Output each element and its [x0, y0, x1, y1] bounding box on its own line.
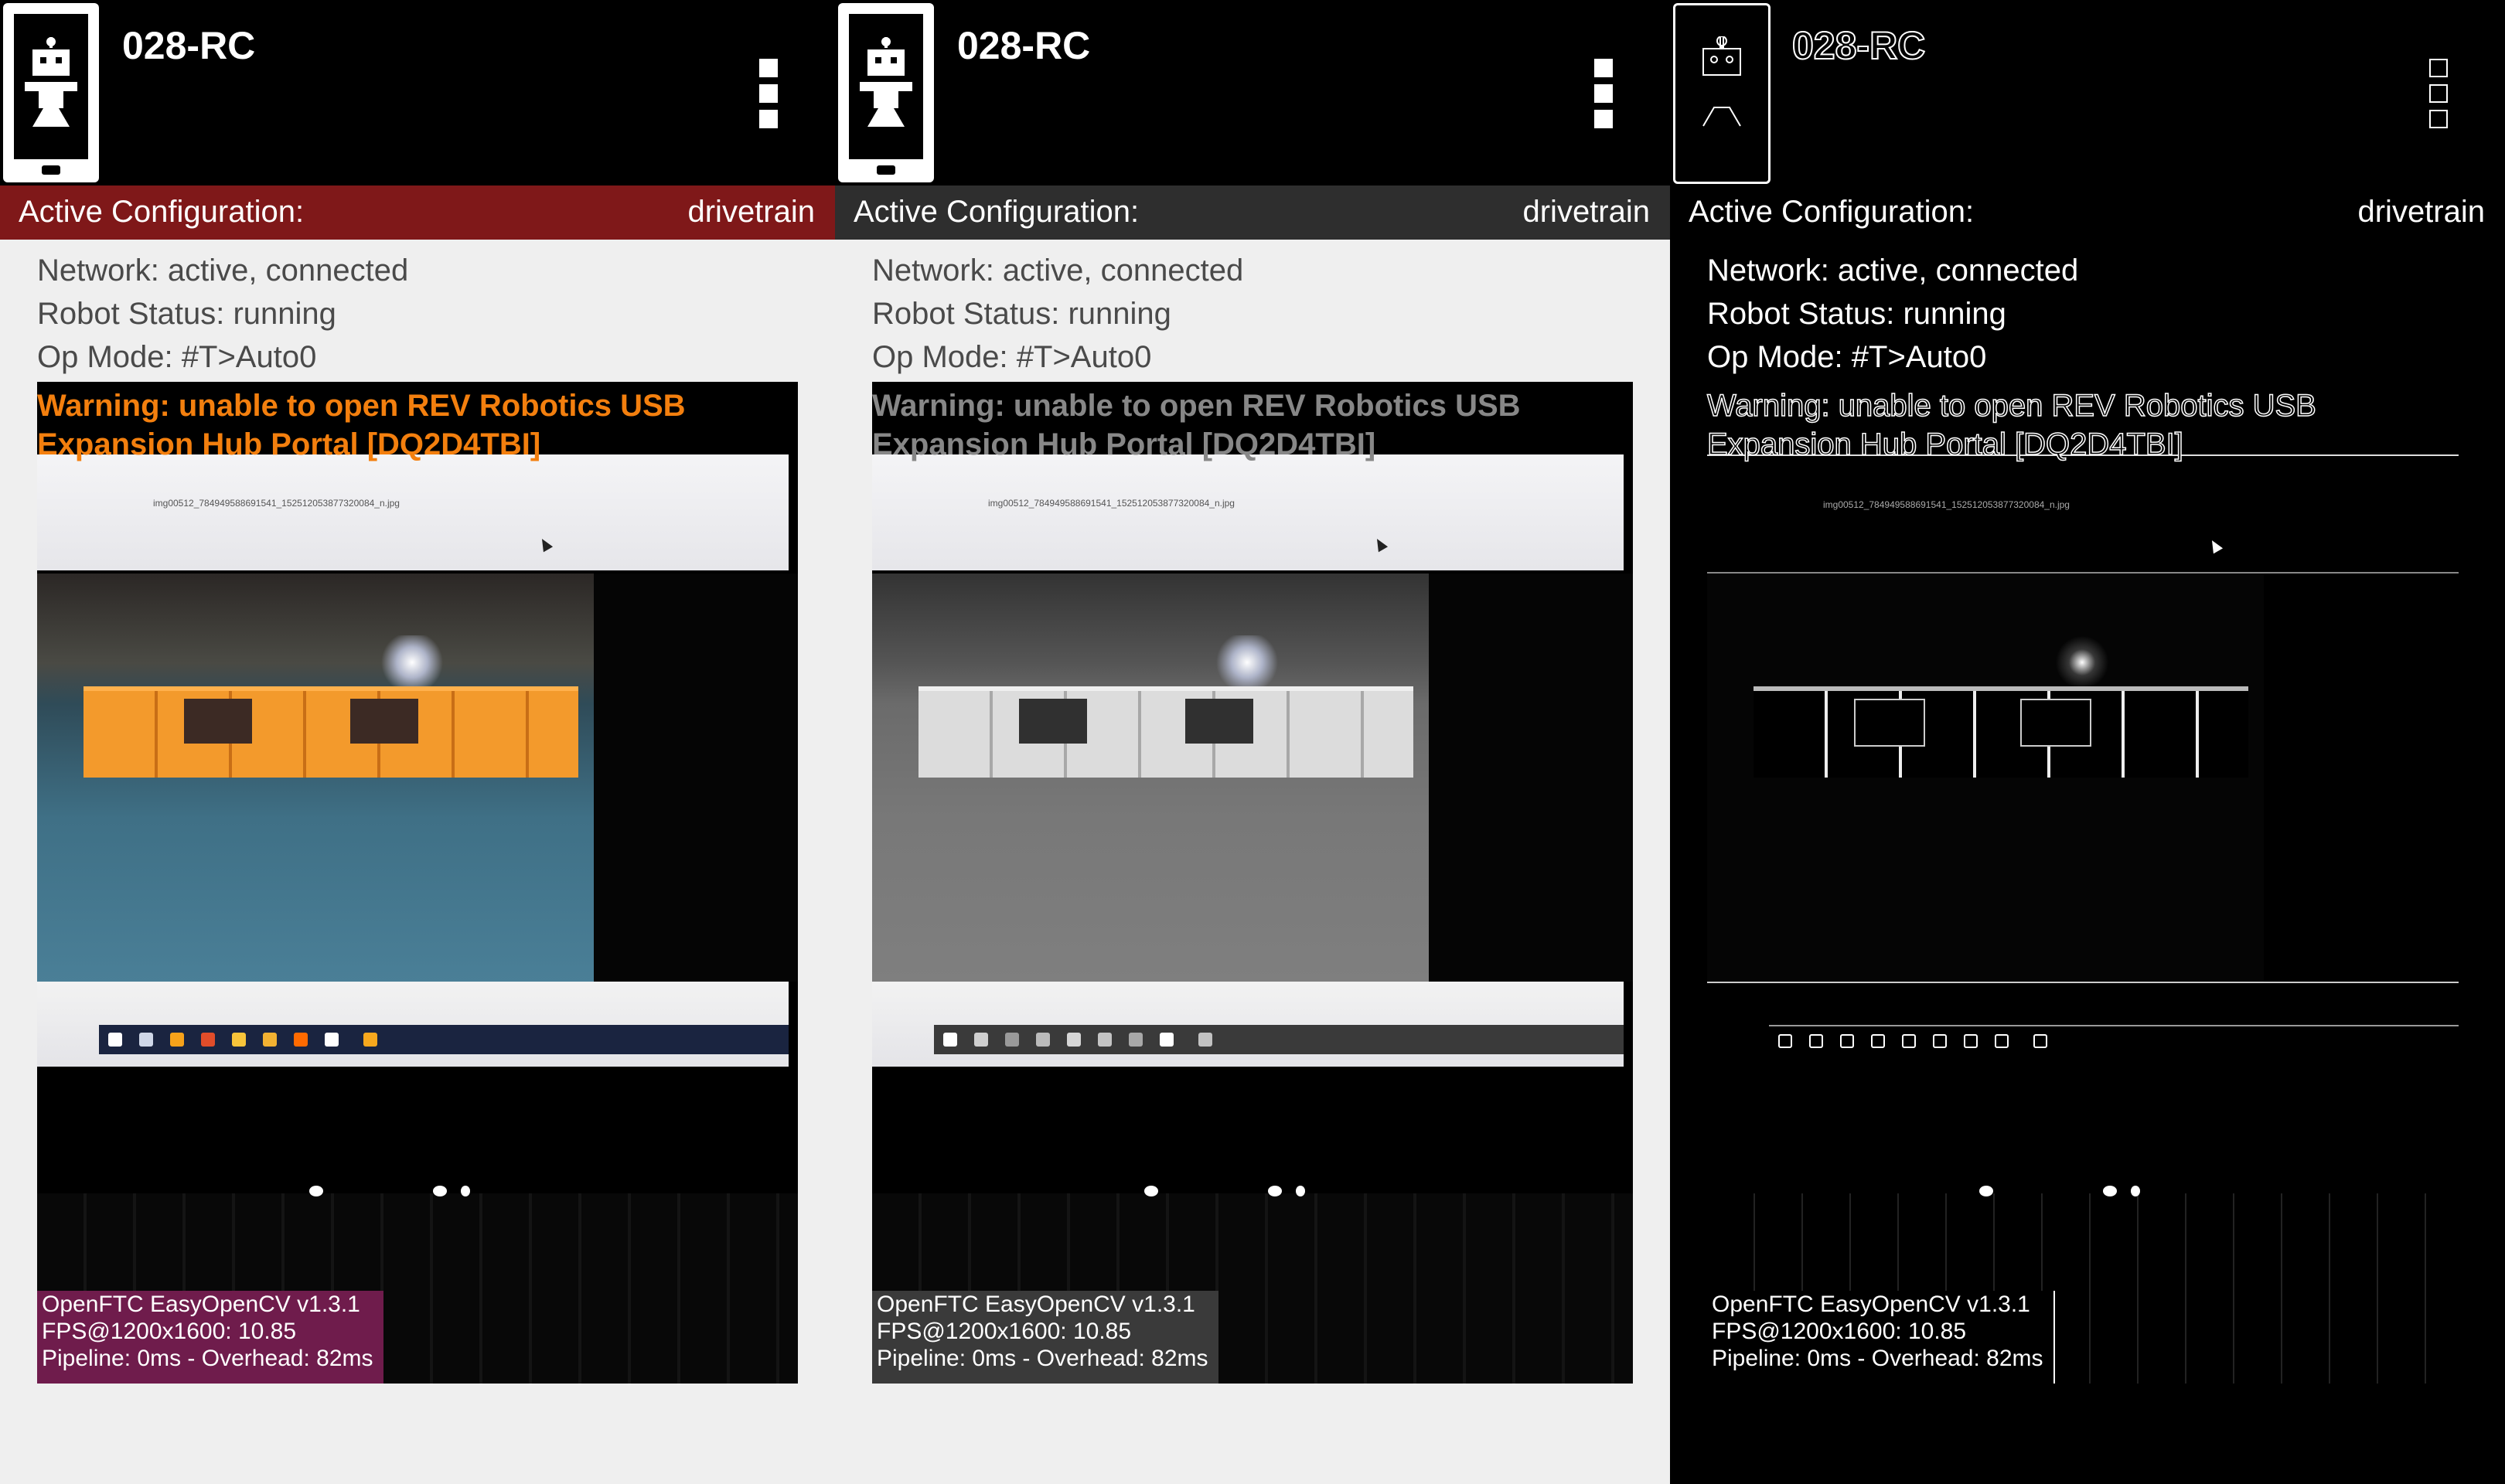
- overlay-pipeline: Pipeline: 0ms - Overhead: 82ms: [1712, 1346, 2043, 1371]
- op-mode: Op Mode: #T>Auto0: [37, 340, 317, 374]
- lego-bricks: [84, 686, 578, 778]
- opencv-stats-overlay: OpenFTC EasyOpenCV v1.3.1 FPS@1200x1600:…: [1707, 1291, 2055, 1384]
- config-label: Active Configuration:: [19, 195, 305, 229]
- app-bar: 028-RC: [835, 0, 1670, 186]
- app-bar: 028-RC: [0, 0, 835, 186]
- config-label: Active Configuration:: [854, 195, 1140, 229]
- camera-preview: img00512_784949588691541_152512053877320…: [37, 382, 798, 1384]
- overlay-version: OpenFTC EasyOpenCV v1.3.1: [42, 1292, 360, 1317]
- camera-preview: img00512_784949588691541_152512053877320…: [1707, 382, 2468, 1384]
- robot-phone-icon: [3, 3, 99, 182]
- mouse-cursor-icon: [1372, 536, 1389, 553]
- op-mode: Op Mode: #T>Auto0: [1707, 340, 1987, 374]
- monitor-taskbar: [1769, 1025, 2459, 1056]
- overlay-version: OpenFTC EasyOpenCV v1.3.1: [877, 1292, 1195, 1317]
- app-title: 028-RC: [122, 24, 256, 67]
- op-mode: Op Mode: #T>Auto0: [872, 340, 1152, 374]
- lego-bricks: [1754, 686, 2248, 778]
- robot-status: Robot Status: running: [37, 297, 336, 331]
- robot-status: Robot Status: running: [1707, 297, 2006, 331]
- warning-message: Warning: unable to open REV Robotics USB…: [1706, 388, 2316, 462]
- robot-phone-icon: [838, 3, 934, 182]
- active-configuration-bar: Active Configuration: drivetrain: [835, 186, 1670, 240]
- rc-panel-edges: 028-RC Active Configuration: drivetrain …: [1670, 0, 2505, 1484]
- overflow-menu-icon[interactable]: [759, 59, 778, 128]
- lego-bricks: [918, 686, 1413, 778]
- opencv-stats-overlay: OpenFTC EasyOpenCV v1.3.1 FPS@1200x1600:…: [37, 1291, 383, 1384]
- camera-scene: [37, 574, 594, 982]
- network-status: Network: active, connected: [1707, 254, 2079, 288]
- rc-panel-color: 028-RC Active Configuration: drivetrain …: [0, 0, 835, 1484]
- opencv-stats-overlay: OpenFTC EasyOpenCV v1.3.1 FPS@1200x1600:…: [872, 1291, 1218, 1384]
- filename-text: img00512_784949588691541_152512053877320…: [988, 498, 1235, 509]
- overlay-fps: FPS@1200x1600: 10.85: [1712, 1319, 1967, 1344]
- config-value: drivetrain: [2357, 195, 2485, 229]
- monitor-taskbar: [934, 1025, 1624, 1054]
- mouse-cursor-icon: [537, 536, 554, 553]
- app-title: 028-RC: [1791, 23, 1926, 68]
- overflow-menu-icon[interactable]: [1594, 59, 1613, 128]
- camera-scene: [1707, 574, 2267, 982]
- config-value: drivetrain: [687, 195, 815, 229]
- rc-panel-grayscale: 028-RC Active Configuration: drivetrain …: [835, 0, 1670, 1484]
- app-title: 028-RC: [957, 24, 1091, 67]
- monitor-taskbar: [99, 1025, 789, 1054]
- overlay-pipeline: Pipeline: 0ms - Overhead: 82ms: [42, 1346, 373, 1371]
- overlay-fps: FPS@1200x1600: 10.85: [877, 1319, 1132, 1344]
- network-status: Network: active, connected: [872, 254, 1244, 288]
- active-configuration-bar: Active Configuration: drivetrain: [0, 186, 835, 240]
- camera-scene: [872, 574, 1429, 982]
- overlay-fps: FPS@1200x1600: 10.85: [42, 1319, 297, 1344]
- robot-status: Robot Status: running: [872, 297, 1171, 331]
- app-bar: 028-RC: [1670, 0, 2505, 186]
- filename-text: img00512_784949588691541_152512053877320…: [153, 498, 400, 509]
- config-value: drivetrain: [1522, 195, 1650, 229]
- network-status: Network: active, connected: [37, 254, 409, 288]
- overlay-pipeline: Pipeline: 0ms - Overhead: 82ms: [877, 1346, 1208, 1371]
- camera-preview: img00512_784949588691541_152512053877320…: [872, 382, 1633, 1384]
- warning-message: Warning: unable to open REV Robotics USB…: [37, 389, 686, 461]
- filename-text: img00512_784949588691541_152512053877320…: [1823, 499, 2070, 510]
- active-configuration-bar: Active Configuration: drivetrain: [1670, 186, 2505, 240]
- robot-phone-icon: [1673, 3, 1771, 184]
- warning-message: Warning: unable to open REV Robotics USB…: [872, 389, 1521, 461]
- mouse-cursor-icon: [2207, 537, 2224, 554]
- config-label: Active Configuration:: [1689, 195, 1975, 229]
- overflow-menu-icon[interactable]: [2429, 59, 2448, 128]
- overlay-version: OpenFTC EasyOpenCV v1.3.1: [1712, 1292, 2030, 1317]
